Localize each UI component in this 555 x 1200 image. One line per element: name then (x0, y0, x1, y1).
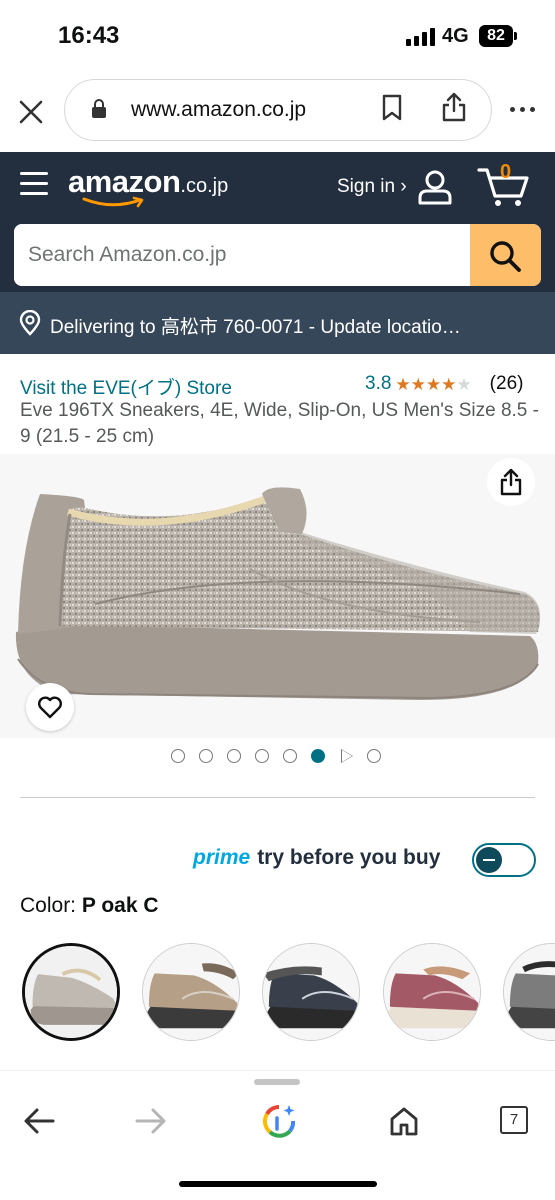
wishlist-button[interactable] (26, 683, 74, 731)
star-icon: ★ (425, 374, 442, 394)
delivery-location-bar[interactable]: Delivering to 高松市 760-0071 - Update loca… (0, 292, 555, 354)
color-swatch-p-oak-c[interactable] (22, 943, 120, 1041)
lock-icon (92, 99, 106, 118)
google-lens-icon[interactable] (261, 1103, 297, 1139)
store-link[interactable]: Visit the EVE(イブ) Store (20, 373, 232, 400)
home-indicator (179, 1181, 377, 1187)
close-icon[interactable] (16, 97, 46, 127)
selected-color: P oak C (81, 894, 159, 917)
toggle-knob (476, 847, 502, 873)
url-text[interactable]: www.amazon.co.jp (131, 98, 306, 122)
prime-tbyb-text: try before you buy (257, 846, 441, 869)
battery-icon: 82 (479, 25, 513, 47)
address-bar[interactable]: www.amazon.co.jp (64, 79, 492, 141)
carousel-dot[interactable] (255, 749, 269, 763)
share-icon[interactable] (441, 91, 467, 123)
image-carousel-dots[interactable] (171, 749, 381, 763)
color-swatch-gray[interactable] (503, 943, 555, 1041)
prime-try-before-you-buy: prime try before you buy (193, 846, 440, 870)
status-bar: 16:43 4G 82 (0, 0, 555, 70)
video-dot-icon[interactable] (339, 749, 353, 763)
carousel-dot[interactable] (367, 749, 381, 763)
color-swatches (0, 940, 555, 1050)
delivery-text[interactable]: Delivering to 高松市 760-0071 - Update loca… (50, 312, 461, 339)
product-title: Eve 196TX Sneakers, 4E, Wide, Slip-On, U… (20, 400, 539, 447)
logo-tld: .co.jp (180, 175, 229, 197)
logo-text: amazon (68, 164, 181, 199)
search-input[interactable] (14, 224, 470, 286)
signal-icon (406, 28, 435, 46)
forward-icon[interactable] (134, 1107, 168, 1135)
home-icon[interactable] (388, 1105, 420, 1137)
prime-tbyb-toggle[interactable] (472, 843, 536, 877)
more-icon[interactable] (510, 107, 535, 112)
bookmark-icon[interactable] (381, 94, 403, 122)
carousel-dot[interactable] (283, 749, 297, 763)
search-bar (14, 224, 541, 286)
back-icon[interactable] (22, 1107, 56, 1135)
carousel-dot[interactable] (199, 749, 213, 763)
tabs-icon[interactable]: 7 (500, 1106, 528, 1134)
status-time: 16:43 (58, 22, 120, 49)
star-icon: ★ (456, 374, 472, 394)
rating-value: 3.8 (365, 373, 392, 394)
heart-icon (38, 696, 62, 719)
browser-bottom-toolbar: 7 (0, 1070, 555, 1200)
carousel-dot[interactable] (227, 749, 241, 763)
share-icon (500, 468, 522, 496)
share-button[interactable] (487, 458, 535, 506)
color-swatch-beige[interactable] (142, 943, 240, 1041)
user-icon[interactable] (416, 168, 454, 206)
site-header: amazon.co.jp Sign in › 0 (0, 152, 555, 292)
color-swatch-pink[interactable] (383, 943, 481, 1041)
rating-stars: ★ ★ ★ ★ ★ (395, 376, 471, 393)
color-label: Color: P oak C (20, 894, 159, 918)
shoe-image (15, 487, 541, 700)
prime-logo: prime (193, 846, 251, 869)
carousel-dot[interactable] (171, 749, 185, 763)
network-type: 4G (442, 25, 469, 47)
star-icon: ★ (395, 374, 411, 394)
carousel-dot-active[interactable] (311, 749, 325, 763)
battery-tip (514, 32, 517, 40)
location-pin-icon (19, 310, 41, 336)
sheet-handle[interactable] (254, 1079, 300, 1085)
color-swatch-dark-gray[interactable] (262, 943, 360, 1041)
cart-count: 0 (500, 161, 512, 183)
rating-summary[interactable]: 3.8 ★ ★ ★ ★ ★ (26) (365, 373, 523, 395)
logo-smile-icon (82, 196, 144, 208)
color-label-text: Color: (20, 894, 77, 917)
menu-icon[interactable] (20, 172, 48, 202)
browser-toolbar: www.amazon.co.jp (0, 70, 555, 152)
rating-count[interactable]: (26) (490, 373, 524, 395)
star-icon: ★ (441, 374, 457, 394)
product-image[interactable] (0, 454, 555, 738)
star-icon: ★ (410, 374, 426, 394)
signin-link[interactable]: Sign in › (337, 176, 407, 198)
amazon-logo[interactable]: amazon.co.jp (68, 164, 228, 200)
search-button[interactable] (470, 224, 541, 286)
search-icon (490, 241, 521, 272)
divider (20, 797, 535, 798)
